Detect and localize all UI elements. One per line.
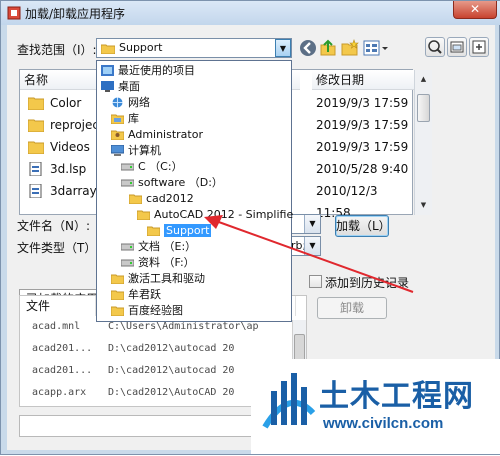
watermark-title: 土木工程网 [319, 379, 474, 414]
load-unload-dialog: 加载/卸载应用程序 ✕ 查找范围（I）: Support ▼ 名称 修改日期 C… [0, 0, 500, 455]
logo-icon [262, 373, 316, 429]
watermark-url: www.civilcn.com [323, 415, 444, 432]
watermark-logo: 土木工程网 www.civilcn.com [251, 359, 500, 454]
